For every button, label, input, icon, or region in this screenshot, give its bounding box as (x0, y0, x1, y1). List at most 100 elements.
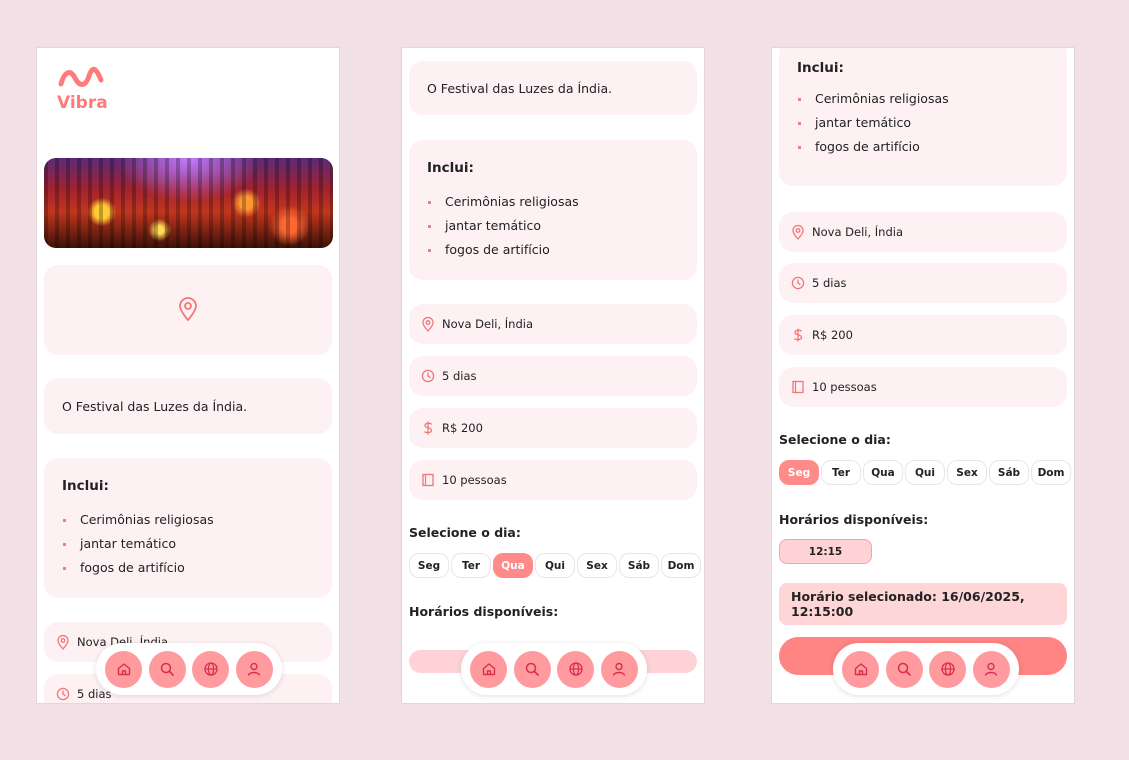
includes-title: Inclui: (62, 478, 109, 494)
bottom-nav (461, 643, 647, 695)
select-day-label: Selecione o dia: (779, 432, 891, 447)
nav-profile-button[interactable] (972, 650, 1010, 688)
includes-list: Cerimônias religiosas jantar temático fo… (427, 190, 579, 262)
day-button[interactable]: Sáb (989, 460, 1029, 485)
search-icon (898, 662, 912, 676)
capacity-text: 10 pessoas (812, 380, 877, 394)
list-item: Cerimônias religiosas (797, 87, 949, 111)
clock-icon (791, 276, 805, 290)
time-slot-button[interactable]: 12:15 (779, 539, 872, 564)
day-button[interactable]: Seg (409, 553, 449, 578)
screen-event-middle: O Festival das Luzes da Índia. Inclui: C… (401, 47, 705, 704)
day-selector: Seg Ter Qua Qui Sex Sáb Dom (779, 460, 1071, 485)
home-icon (854, 663, 867, 676)
duration-text: 5 dias (442, 369, 477, 383)
capacity-info: 10 pessoas (779, 367, 1067, 407)
nav-profile-button[interactable] (600, 650, 638, 688)
location-pin-icon (57, 634, 69, 650)
duration-info: 5 dias (779, 263, 1067, 303)
select-day-label: Selecione o dia: (409, 525, 521, 540)
duration-info: 5 dias (409, 356, 697, 396)
nav-home-button[interactable] (842, 650, 880, 688)
map-placeholder-card (44, 265, 332, 355)
day-button[interactable]: Sex (577, 553, 617, 578)
nav-explore-button[interactable] (557, 650, 595, 688)
bottom-nav (96, 643, 282, 695)
day-button[interactable]: Dom (661, 553, 701, 578)
clock-icon (421, 369, 435, 383)
day-button[interactable]: Ter (451, 553, 491, 578)
includes-card: Inclui: Cerimônias religiosas jantar tem… (779, 48, 1067, 186)
nav-search-button[interactable] (148, 650, 186, 688)
list-item: Cerimônias religiosas (427, 190, 579, 214)
dollar-icon (793, 328, 803, 342)
list-item: Cerimônias religiosas (62, 508, 214, 532)
location-text: Nova Deli, Índia (442, 317, 534, 331)
event-hero-image (44, 158, 333, 248)
book-icon (792, 380, 804, 394)
clock-icon (56, 687, 70, 701)
globe-icon (569, 662, 583, 676)
location-pin-icon (422, 316, 434, 332)
day-button[interactable]: Qua (863, 460, 903, 485)
times-label: Horários disponíveis: (409, 604, 559, 619)
user-icon (613, 662, 626, 676)
includes-title: Inclui: (797, 60, 844, 76)
list-item: jantar temático (427, 214, 579, 238)
home-icon (482, 663, 495, 676)
capacity-text: 10 pessoas (442, 473, 507, 487)
screen-event-top: Vibra O Festival das Luzes da Índia. Inc… (36, 47, 340, 704)
home-icon (117, 663, 130, 676)
vibra-logo-icon (58, 66, 104, 87)
search-icon (526, 662, 540, 676)
screen-event-booking: Inclui: Cerimônias religiosas jantar tem… (771, 47, 1075, 704)
nav-home-button[interactable] (105, 650, 143, 688)
nav-explore-button[interactable] (192, 650, 230, 688)
location-info: Nova Deli, Índia (779, 212, 1067, 252)
globe-icon (204, 662, 218, 676)
user-icon (985, 662, 998, 676)
book-icon (422, 473, 434, 487)
includes-list: Cerimônias religiosas jantar temático fo… (62, 508, 214, 580)
includes-title: Inclui: (427, 160, 474, 176)
event-description: O Festival das Luzes da Índia. (409, 61, 697, 115)
selected-time-banner: Horário selecionado: 16/06/2025, 12:15:0… (779, 583, 1067, 625)
list-item: fogos de artifício (427, 238, 579, 262)
day-button[interactable]: Qui (535, 553, 575, 578)
includes-card: Inclui: Cerimônias religiosas jantar tem… (409, 140, 697, 280)
day-button[interactable]: Qui (905, 460, 945, 485)
price-info: R$ 200 (409, 408, 697, 448)
location-pin-icon (179, 297, 197, 322)
app-name: Vibra (57, 93, 108, 113)
includes-list: Cerimônias religiosas jantar temático fo… (797, 87, 949, 159)
price-info: R$ 200 (779, 315, 1067, 355)
nav-profile-button[interactable] (235, 650, 273, 688)
list-item: jantar temático (62, 532, 214, 556)
nav-explore-button[interactable] (929, 650, 967, 688)
day-button-selected[interactable]: Seg (779, 460, 819, 485)
capacity-info: 10 pessoas (409, 460, 697, 500)
price-text: R$ 200 (812, 328, 853, 342)
nav-home-button[interactable] (470, 650, 508, 688)
dollar-icon (423, 421, 433, 435)
location-text: Nova Deli, Índia (812, 225, 904, 239)
nav-search-button[interactable] (513, 650, 551, 688)
day-button-selected[interactable]: Qua (493, 553, 533, 578)
day-button[interactable]: Sex (947, 460, 987, 485)
list-item: jantar temático (797, 111, 949, 135)
bottom-nav (833, 643, 1019, 695)
globe-icon (941, 662, 955, 676)
includes-card: Inclui: Cerimônias religiosas jantar tem… (44, 458, 332, 598)
event-description: O Festival das Luzes da Índia. (44, 378, 332, 434)
nav-search-button[interactable] (885, 650, 923, 688)
times-label: Horários disponíveis: (779, 512, 929, 527)
day-button[interactable]: Sáb (619, 553, 659, 578)
search-icon (161, 662, 175, 676)
location-pin-icon (792, 224, 804, 240)
day-button[interactable]: Dom (1031, 460, 1071, 485)
list-item: fogos de artifício (797, 135, 949, 159)
location-info: Nova Deli, Índia (409, 304, 697, 344)
user-icon (248, 662, 261, 676)
price-text: R$ 200 (442, 421, 483, 435)
day-button[interactable]: Ter (821, 460, 861, 485)
